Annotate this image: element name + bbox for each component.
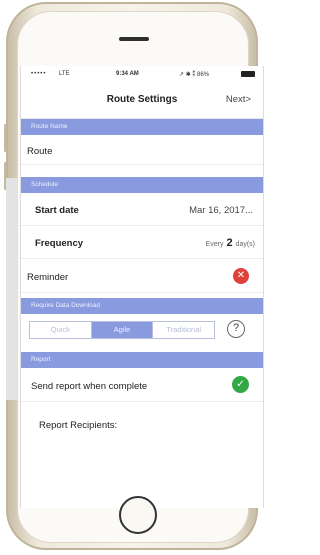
next-button[interactable]: Next> [226,94,251,105]
frequency-label: Frequency [35,238,84,249]
battery-icon [241,71,255,77]
route-name-value: Route [27,146,53,157]
reminder-label: Reminder [27,272,69,283]
home-button[interactable] [119,496,157,534]
section-header-report: Report [21,352,263,368]
send-report-label: Send report when complete [31,381,148,392]
section-header-require-data: Require Data Download [21,298,263,314]
navigation-bar: Route Settings Next> [21,82,263,119]
start-date-value: Mar 16, 2017... [189,205,253,216]
status-bar: ••••• LTE 9:34 AM ↗ ✱ ⁑ 86% [21,66,263,82]
background-panel [6,178,18,400]
frequency-value[interactable]: Every 2 day(s) [206,237,255,249]
question-circle-icon[interactable]: ? [227,320,245,338]
frequency-row[interactable]: Frequency Every 2 day(s) [21,226,263,259]
x-circle-icon[interactable]: ✕ [233,268,249,284]
frequency-prefix: Every [205,241,224,248]
send-report-row: Send report when complete ✓ [21,368,263,402]
section-header-schedule: Schedule [21,177,263,193]
segment-agile[interactable]: Agile [91,322,154,338]
report-recipients-label: Report Recipients: [39,420,118,431]
volume-button [4,124,7,152]
report-recipients-row[interactable]: Report Recipients: [21,402,263,442]
speaker-grille [119,37,149,41]
data-download-segmented-control: Quick Agile Traditional [29,321,215,339]
frequency-number: 2 [226,237,233,249]
frequency-unit: day(s) [235,241,255,248]
status-indicators: ↗ ✱ ⁑ 86% [179,71,210,78]
reminder-row: Reminder ✕ [21,259,263,293]
start-date-label: Start date [35,205,79,216]
signal-strength: ••••• [31,71,47,77]
app-screen: ••••• LTE 9:34 AM ↗ ✱ ⁑ 86% Route Settin… [20,66,264,508]
start-date-row[interactable]: Start date Mar 16, 2017... [21,193,263,226]
carrier-label: LTE [59,71,70,77]
checkmark-circle-icon[interactable]: ✓ [232,376,249,393]
clock: 9:34 AM [116,71,139,77]
route-name-field[interactable]: Route [21,135,263,165]
section-header-route-name: Route Name [21,119,263,135]
segment-quick[interactable]: Quick [30,322,92,338]
segment-traditional[interactable]: Traditional [153,322,214,338]
